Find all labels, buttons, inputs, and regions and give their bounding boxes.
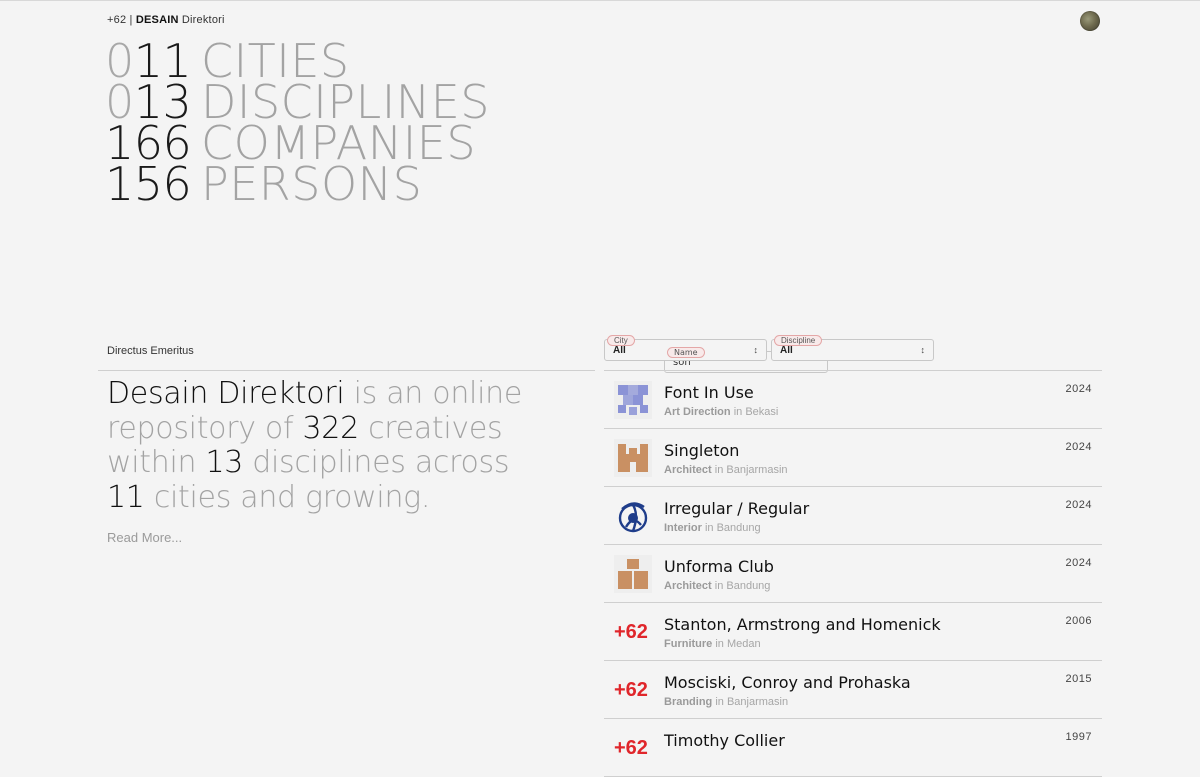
tan-blocks-logo-icon bbox=[614, 555, 652, 593]
result-name: Timothy Collier bbox=[664, 731, 785, 750]
brand-name: DESAIN bbox=[135, 14, 179, 26]
intro-brand: Desain Direktori bbox=[107, 376, 345, 411]
country-code: +62 bbox=[107, 14, 127, 26]
discipline-filter-label: Discipline bbox=[774, 335, 823, 346]
placeholder-logo: +62 bbox=[614, 737, 648, 759]
result-year: 2015 bbox=[1065, 673, 1092, 685]
header-separator: | bbox=[129, 14, 133, 26]
intro-text: cities and growing. bbox=[144, 479, 431, 515]
list-item[interactable]: +62 Stanton, Armstrong and Homenick Furn… bbox=[604, 603, 1102, 661]
tan-crown-logo-icon bbox=[614, 439, 652, 477]
result-name: Singleton bbox=[664, 441, 740, 460]
name-filter-label: Name bbox=[667, 347, 705, 358]
intro-text: disciplines across bbox=[243, 445, 510, 480]
discipline-filter: Discipline All ↕ bbox=[771, 335, 934, 361]
disciplines-count: 13 bbox=[205, 445, 244, 480]
city-filter-label: City bbox=[607, 335, 635, 346]
result-meta: Furniture in Medan bbox=[664, 638, 761, 650]
site-header: +62 | DESAIN Direktori bbox=[107, 14, 225, 26]
updown-chevron-icon: ↕ bbox=[753, 345, 759, 355]
result-name: Mosciski, Conroy and Prohaska bbox=[664, 673, 911, 692]
brand-suffix: Direktori bbox=[181, 14, 225, 26]
user-avatar[interactable] bbox=[1080, 11, 1100, 31]
stats-block: 011 CITIES 013 DISCIPLINES 166 COMPANIES… bbox=[105, 38, 490, 211]
result-meta: Architect in Bandung bbox=[664, 580, 771, 592]
updown-chevron-icon: ↕ bbox=[920, 345, 926, 355]
purple-checker-logo-icon bbox=[614, 381, 652, 419]
stat-number: 156 bbox=[105, 157, 192, 211]
result-year: 2024 bbox=[1065, 557, 1092, 569]
result-year: 2006 bbox=[1065, 615, 1092, 627]
placeholder-logo: +62 bbox=[614, 621, 648, 643]
list-item[interactable]: Irregular / Regular Interior in Bandung … bbox=[604, 487, 1102, 545]
blue-swirl-logo-icon bbox=[614, 497, 652, 535]
result-year: 2024 bbox=[1065, 499, 1092, 511]
stat-label: PERSONS bbox=[201, 157, 423, 211]
results-list: Font In Use Art Direction in Bekasi 2024… bbox=[604, 370, 1102, 777]
result-name: Font In Use bbox=[664, 383, 754, 402]
result-year: 1997 bbox=[1065, 731, 1092, 743]
list-item[interactable]: +62 Timothy Collier 1997 bbox=[604, 719, 1102, 777]
result-meta: Architect in Banjarmasin bbox=[664, 464, 788, 476]
result-year: 2024 bbox=[1065, 383, 1092, 395]
cities-count: 11 bbox=[107, 479, 145, 515]
result-year: 2024 bbox=[1065, 441, 1092, 453]
placeholder-logo: +62 bbox=[614, 679, 648, 701]
list-item[interactable]: Unforma Club Architect in Bandung 2024 bbox=[604, 545, 1102, 603]
creatives-count: 322 bbox=[302, 410, 360, 446]
result-name: Unforma Club bbox=[664, 557, 774, 576]
result-name: Stanton, Armstrong and Homenick bbox=[664, 615, 941, 634]
list-item[interactable]: +62 Mosciski, Conroy and Prohaska Brandi… bbox=[604, 661, 1102, 719]
result-meta: Art Direction in Bekasi bbox=[664, 406, 779, 418]
result-meta: Interior in Bandung bbox=[664, 522, 761, 534]
discipline-select-value: All bbox=[780, 344, 793, 356]
filter-bar: Name son City All ↕ Discipline All ↕ bbox=[604, 335, 1102, 373]
result-name: Irregular / Regular bbox=[664, 499, 810, 518]
list-item[interactable]: Font In Use Art Direction in Bekasi 2024 bbox=[604, 371, 1102, 429]
stat-persons[interactable]: 156 PERSONS bbox=[105, 157, 490, 211]
brand-link[interactable]: DESAIN Direktori bbox=[136, 14, 225, 26]
section-title: Directus Emeritus bbox=[107, 345, 194, 357]
divider bbox=[98, 370, 595, 371]
list-item[interactable]: Singleton Architect in Banjarmasin 2024 bbox=[604, 429, 1102, 487]
read-more-link[interactable]: Read More... bbox=[107, 530, 182, 545]
intro-paragraph: Desain Direktori is an online repository… bbox=[107, 376, 547, 515]
result-meta: Branding in Banjarmasin bbox=[664, 696, 789, 708]
